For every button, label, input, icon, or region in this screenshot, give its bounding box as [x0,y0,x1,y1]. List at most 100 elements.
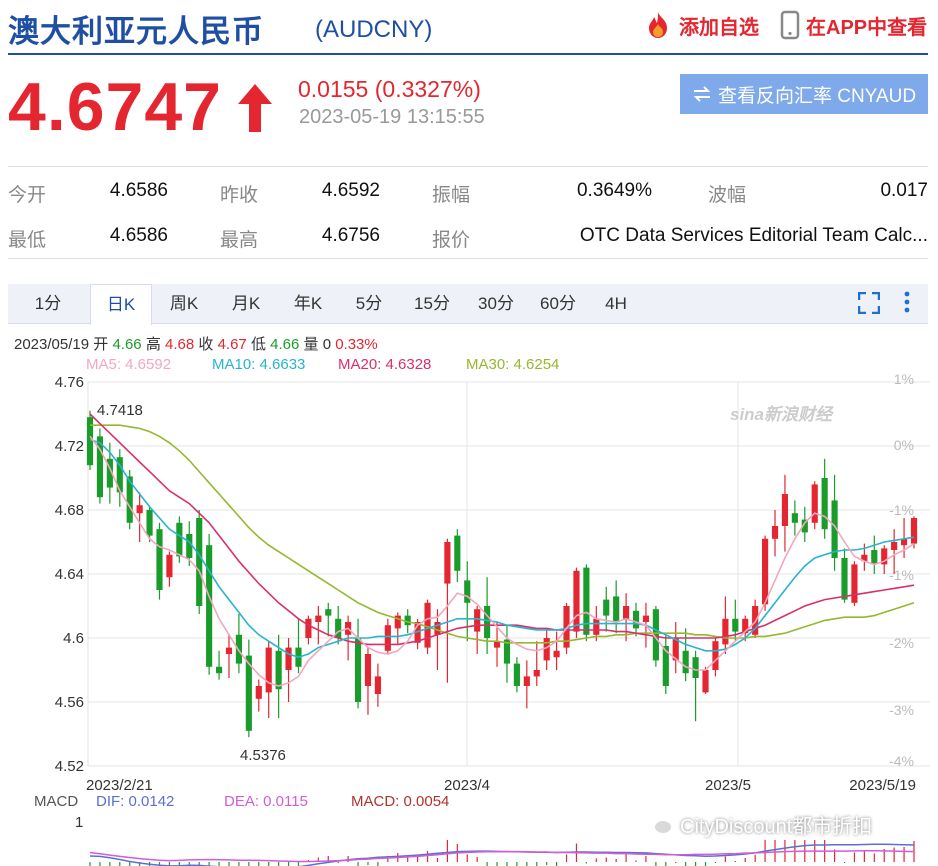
candle-body [603,599,610,616]
fullscreen-icon[interactable] [858,292,880,314]
candle-body [910,518,918,544]
candle-body [176,522,183,557]
arrow-up-icon [238,84,272,132]
candlestick-chart[interactable]: 4.76 4.72 4.68 4.64 4.6 4.56 4.52 1% 0% -1% -1% -2… [0,370,938,792]
candle-up [523,660,530,709]
macd-bar [357,862,359,866]
candle-body [771,526,779,539]
candle-down [682,628,689,682]
price-change: 0.0155 (0.3327%) [298,76,481,102]
tab-4h[interactable]: 4H [594,284,638,324]
macd-bar [258,862,260,866]
tab-15min[interactable]: 15分 [404,284,460,324]
macd-bar [665,862,667,866]
app-view-button[interactable]: 在APP中查看 [780,10,927,40]
candle-body [692,657,699,678]
candle-down [871,535,878,574]
macd-bar [536,862,538,866]
candle-body [593,618,600,635]
candle-body [702,670,709,693]
macd-bar [109,862,111,866]
macd-bar [893,847,895,862]
candle-body [811,484,818,523]
bar-volume: 0 [322,336,332,353]
macd-bar [99,862,101,866]
stats-divider-bottom [8,258,928,259]
pct-tick-label: -3% [889,702,914,718]
tab-1min[interactable]: 1分 [8,284,88,324]
macd-bar [546,862,548,865]
candle-body [454,535,461,571]
candle-down [325,602,332,637]
candle-body [623,606,630,619]
candle-body [712,641,719,670]
low-annotation: 4.5376 [240,747,286,764]
candle-down [662,634,669,694]
page-title: 澳大利亚元人民币 [8,14,264,49]
more-vertical-icon[interactable] [903,290,911,314]
candle-body [404,615,411,626]
tab-5min[interactable]: 5分 [344,284,394,324]
low-value: 4.6586 [109,225,168,246]
macd-bar [287,862,290,866]
tab-weekly[interactable]: 周K [158,284,210,324]
candle-up [166,551,173,587]
macd-bar [119,862,121,866]
chart-grid [87,381,930,767]
bar-pct: 0.33% [335,336,378,353]
candle-up [225,634,233,678]
candle-down [196,510,203,614]
high-value: 4.6756 [321,225,380,246]
x-tick-label: 2023/5/19 [849,777,916,792]
candle-down [513,657,520,693]
tab-monthly[interactable]: 月K [220,284,272,324]
macd-value: MACD: 0.0054 [351,793,450,810]
tab-60min[interactable]: 60分 [530,284,586,324]
wechat-watermark: CityDiscount都市折扣 [644,810,872,839]
candle-body [543,638,550,661]
candle-body [215,666,223,674]
candle-up [771,510,779,557]
low-label: 最低 [8,230,47,251]
app-view-label: 在APP中查看 [806,16,928,39]
candle-up [315,606,322,645]
macd-bar [605,857,607,862]
candle-body [354,638,362,702]
tab-30min[interactable]: 30分 [468,284,524,324]
quote-source-value: OTC Data Services Editorial Team Calc... [579,225,928,246]
macd-bar [655,862,657,866]
candle-body [891,542,898,550]
macd-bars [89,840,915,866]
x-tick-label: 2023/2/21 [86,777,153,792]
tab-daily[interactable]: 日K [90,284,152,325]
header: 澳大利亚元人民币 (AUDCNY) 添加自选 在APP中查看 [0,0,938,56]
candle-body [374,676,381,694]
y-tick-label: 4.72 [55,438,84,455]
candle-up [573,567,580,638]
candle-down [156,522,163,600]
open-value: 4.6586 [109,180,168,201]
sina-watermark: sina新浪财经 [730,405,833,424]
macd-bar [724,856,726,862]
candle-body [732,618,739,632]
macd-bar [297,862,300,866]
pct-tick-label: -4% [889,753,914,769]
macd-bar [486,862,488,866]
ma20-line [89,413,915,646]
macd-bar [526,862,528,866]
candle-body [613,596,620,622]
candle-up [305,615,312,645]
y-axis: 4.76 4.72 4.68 4.64 4.6 4.56 4.52 [55,374,84,775]
candle-body [533,670,540,677]
open-label: 今开 [8,185,47,206]
candle-body [474,609,481,632]
add-favorite-button[interactable]: 添加自选 [643,10,759,40]
candle-down [464,561,471,642]
macd-bar [446,840,448,862]
bar-open-label: 开 [93,336,109,353]
candle-body [821,478,828,530]
tab-yearly[interactable]: 年K [282,284,334,324]
prev-close-value: 4.6592 [321,180,380,201]
reverse-rate-button[interactable]: 查看反向汇率 CNYAUD [680,74,928,114]
phone-icon [780,10,800,40]
